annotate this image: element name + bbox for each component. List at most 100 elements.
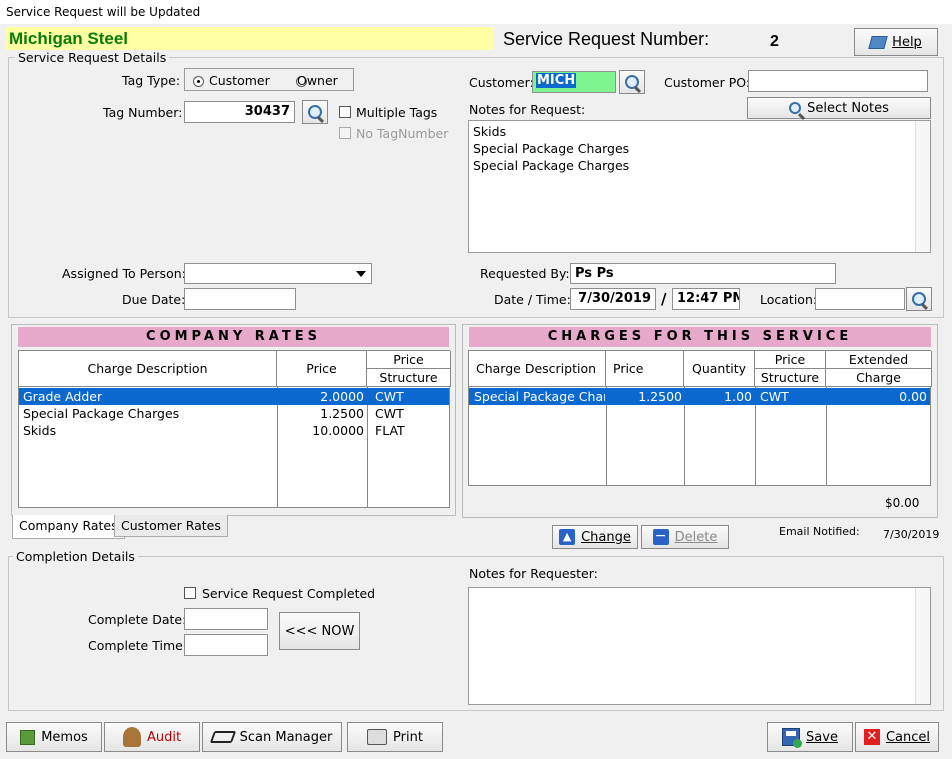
customer-po-input[interactable] <box>748 70 928 92</box>
details-legend: Service Request Details <box>15 50 170 65</box>
audit-button[interactable]: Audit <box>104 722 200 752</box>
complete-date-input[interactable] <box>184 608 268 630</box>
multiple-tags-checkbox[interactable] <box>339 106 351 118</box>
customer-label: Customer: <box>469 75 534 90</box>
notes-for-request-textarea[interactable]: Skids Special Package Charges Special Pa… <box>468 120 931 253</box>
table-row[interactable]: Special Package Charg 1.2500 1.00 CWT 0.… <box>469 388 930 405</box>
select-notes-button[interactable]: Select Notes <box>747 97 931 119</box>
change-button[interactable]: ▲ Change <box>552 525 638 549</box>
window-title: Service Request will be Updated <box>0 0 952 24</box>
request-time-input[interactable]: 12:47 PM <box>672 288 740 310</box>
notes-for-requester-label: Notes for Requester: <box>469 566 598 581</box>
save-button[interactable]: Save <box>767 722 853 752</box>
magnifier-icon <box>308 105 322 119</box>
tab-customer-rates[interactable]: Customer Rates <box>114 515 228 537</box>
cancel-button[interactable]: ✕ Cancel <box>855 722 939 752</box>
dropdown-arrow-icon <box>356 271 366 277</box>
location-search-button[interactable] <box>906 287 932 311</box>
location-input[interactable] <box>815 288 905 310</box>
location-label: Location: <box>760 292 818 307</box>
cell-desc: Special Package Charges <box>23 406 180 421</box>
col-price[interactable]: Price <box>606 351 684 387</box>
select-notes-label: Select Notes <box>807 100 889 116</box>
scan-manager-button[interactable]: Scan Manager <box>202 722 342 752</box>
save-label: Save <box>806 729 838 745</box>
col-extended-top[interactable]: Extended <box>826 351 932 369</box>
col-charge-description[interactable]: Charge Description <box>19 351 277 387</box>
due-date-label: Due Date: <box>122 292 186 307</box>
tag-search-button[interactable] <box>302 100 328 124</box>
col-price-structure-bottom[interactable]: Structure <box>755 369 826 387</box>
print-button[interactable]: Print <box>347 722 443 752</box>
detective-icon <box>122 727 141 747</box>
completed-label: Service Request Completed <box>202 586 376 601</box>
tag-type-customer-radio[interactable] <box>193 76 204 87</box>
delete-icon: − <box>652 529 669 545</box>
printer-icon <box>367 729 388 745</box>
memo-book-icon <box>20 729 36 745</box>
customer-search-button[interactable] <box>619 70 645 94</box>
col-quantity[interactable]: Quantity <box>684 351 755 387</box>
requested-by-input[interactable]: Ps Ps <box>570 263 836 284</box>
notes-scrollbar[interactable] <box>915 121 930 252</box>
customer-po-label: Customer PO: <box>664 75 751 90</box>
now-button[interactable]: <<< NOW <box>279 612 360 650</box>
cell-structure: FLAT <box>375 423 405 438</box>
requested-by-label: Requested By: <box>480 266 570 281</box>
customer-input[interactable]: MICH <box>532 71 616 93</box>
save-disk-icon <box>782 728 803 748</box>
customer-value: MICH <box>536 73 577 88</box>
cell-desc: Special Package Charg <box>474 389 605 404</box>
no-tag-number-checkbox[interactable] <box>339 127 351 139</box>
memos-label: Memos <box>41 729 88 745</box>
scan-manager-label: Scan Manager <box>239 729 333 745</box>
charges-title: CHARGES FOR THIS SERVICE <box>469 327 931 347</box>
delete-button[interactable]: − Delete <box>641 525 729 549</box>
col-price-structure-bottom[interactable]: Structure <box>367 369 451 387</box>
no-tag-number-label: No TagNumber <box>356 126 449 141</box>
completed-checkbox[interactable] <box>184 587 196 599</box>
help-button[interactable]: Help <box>854 28 938 56</box>
note-line: Special Package Charges <box>473 141 630 156</box>
cell-desc: Grade Adder <box>23 389 103 404</box>
service-request-number: 2 <box>770 33 779 50</box>
cell-extended: 0.00 <box>899 389 927 404</box>
memos-button[interactable]: Memos <box>6 722 102 752</box>
cell-desc: Skids <box>23 423 57 438</box>
tab-company-rates[interactable]: Company Rates <box>12 515 125 539</box>
col-price[interactable]: Price <box>277 351 367 387</box>
charges-grid: Charge Description Price Quantity Price … <box>468 350 932 486</box>
notes-for-requester-textarea[interactable] <box>468 587 931 705</box>
tag-type-customer-label: Customer <box>209 73 270 88</box>
tag-number-input[interactable]: 30437 <box>184 101 295 123</box>
col-price-structure-top[interactable]: Price <box>367 351 451 369</box>
cancel-label: Cancel <box>885 729 931 745</box>
magnifier-icon <box>625 75 639 89</box>
col-price-structure-top[interactable]: Price <box>755 351 826 369</box>
cell-price: 1.2500 <box>320 406 364 421</box>
col-charge-description[interactable]: Charge Description <box>469 351 606 387</box>
assigned-to-select[interactable] <box>184 263 372 284</box>
col-extended-bottom[interactable]: Charge <box>826 369 932 387</box>
complete-time-input[interactable] <box>184 634 268 656</box>
cell-structure: CWT <box>760 389 789 404</box>
requester-notes-scrollbar[interactable] <box>915 588 930 704</box>
cell-quantity: 1.00 <box>724 389 752 404</box>
tag-type-radio-group: Customer Owner <box>184 68 354 91</box>
multiple-tags-label: Multiple Tags <box>356 105 438 120</box>
help-label: Help <box>892 34 922 50</box>
cell-price: 10.0000 <box>312 423 364 438</box>
change-icon: ▲ <box>559 529 576 545</box>
book-icon <box>868 35 888 49</box>
delete-label: Delete <box>674 529 718 545</box>
request-date-input[interactable]: 7/30/2019 <box>570 288 656 310</box>
table-row[interactable]: Skids 10.0000 FLAT <box>19 422 449 439</box>
cell-price: 1.2500 <box>638 389 682 404</box>
cancel-x-icon: ✕ <box>863 729 880 745</box>
due-date-input[interactable] <box>184 288 296 310</box>
complete-date-label: Complete Date: <box>88 612 187 627</box>
table-row[interactable]: Grade Adder 2.0000 CWT <box>19 388 449 405</box>
service-request-number-label: Service Request Number: <box>503 29 710 49</box>
cell-structure: CWT <box>375 389 404 404</box>
table-row[interactable]: Special Package Charges 1.2500 CWT <box>19 405 449 422</box>
